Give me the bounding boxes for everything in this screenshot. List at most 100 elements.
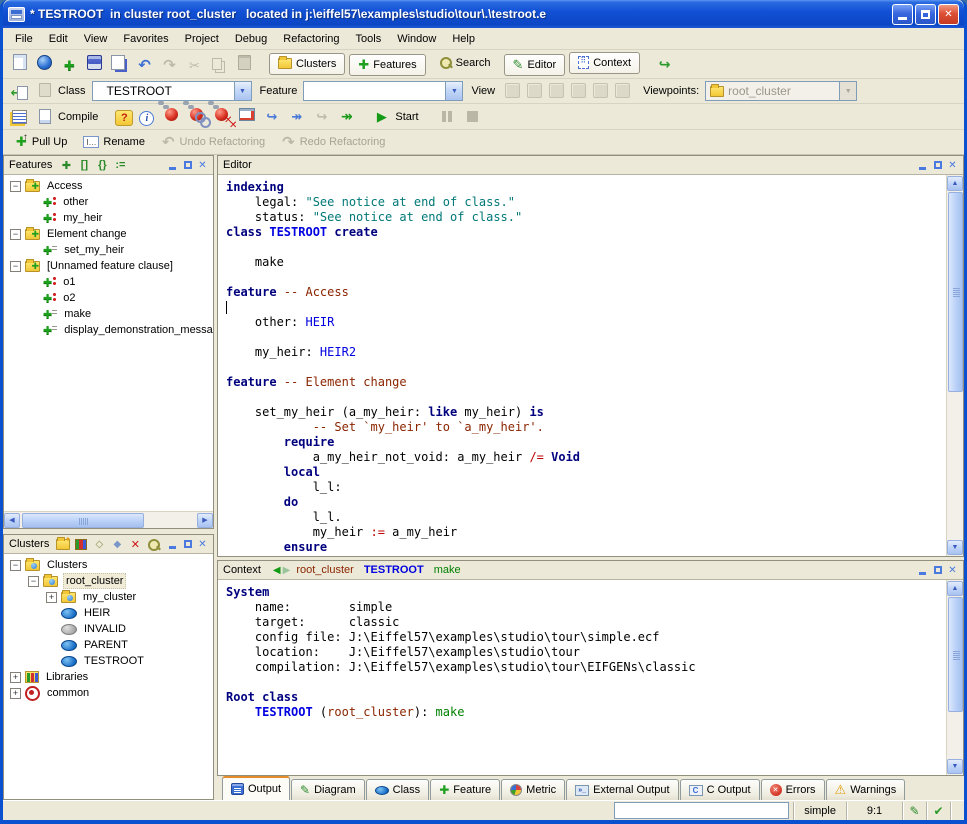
brackets-icon[interactable]: []: [76, 158, 92, 173]
tab-class[interactable]: Class: [366, 779, 430, 800]
editor-code-area[interactable]: indexing legal: "See notice at end of cl…: [218, 175, 946, 556]
feature-combobox[interactable]: ▼: [303, 81, 463, 101]
tree-item-invalid[interactable]: INVALID: [4, 621, 213, 637]
tab-feature[interactable]: ✚Feature: [430, 779, 500, 800]
expand-icon[interactable]: +: [10, 672, 21, 683]
breadcrumb-TESTROOT[interactable]: TESTROOT: [364, 564, 424, 576]
tree-item-libraries[interactable]: +Libraries: [4, 669, 213, 685]
breadcrumb-root_cluster[interactable]: root_cluster: [296, 564, 353, 576]
editor-minimize-icon[interactable]: [915, 158, 930, 172]
context-maximize-icon[interactable]: [930, 563, 945, 577]
menu-tools[interactable]: Tools: [348, 30, 390, 48]
close-button[interactable]: ✕: [938, 4, 959, 25]
collapse-icon[interactable]: −: [10, 261, 21, 272]
expand-icon[interactable]: +: [10, 688, 21, 699]
features-toggle[interactable]: ✚Features: [349, 54, 425, 76]
finalize-icon[interactable]: [210, 104, 233, 126]
start-icon[interactable]: ▶: [370, 106, 393, 128]
scroll-thumb[interactable]: [948, 192, 963, 392]
clusters-tree[interactable]: −Clusters−root_cluster+my_clusterHEIRINV…: [4, 554, 213, 799]
tree-item-element-change[interactable]: −Element change: [4, 226, 213, 242]
menu-debug[interactable]: Debug: [227, 30, 275, 48]
tree-item-other[interactable]: other: [4, 194, 213, 210]
step-over-icon[interactable]: ↠: [285, 106, 308, 128]
add-subcluster-icon[interactable]: ◇: [91, 537, 107, 552]
context-output-area[interactable]: System name: simple target: classic conf…: [218, 580, 946, 775]
editor-vertical-scrollbar[interactable]: ▲ ▼: [946, 175, 963, 556]
maximize-button[interactable]: [915, 4, 936, 25]
scroll-down-icon[interactable]: ▼: [947, 540, 963, 555]
menu-view[interactable]: View: [76, 30, 116, 48]
class-combobox[interactable]: TESTROOT ▼: [92, 81, 252, 101]
tree-item-root-cluster[interactable]: −root_cluster: [4, 573, 213, 589]
clusters-toggle[interactable]: Clusters: [269, 53, 345, 75]
clusters-close-icon[interactable]: ✕: [195, 537, 210, 551]
search-button[interactable]: Search: [430, 52, 500, 74]
add-class-icon[interactable]: ✚: [58, 55, 81, 77]
tab-metric[interactable]: Metric: [501, 779, 565, 800]
assigners-icon[interactable]: :=: [112, 158, 128, 173]
pull-up-button[interactable]: ✚Pull Up: [9, 131, 73, 153]
features-horizontal-scrollbar[interactable]: ◀ ▶: [4, 511, 213, 528]
scroll-thumb[interactable]: [22, 513, 144, 528]
open-globe-icon[interactable]: [33, 52, 56, 74]
scroll-left-icon[interactable]: ◀: [4, 513, 20, 528]
menu-edit[interactable]: Edit: [41, 30, 76, 48]
undo-icon[interactable]: ↶: [133, 54, 156, 76]
tree-item--unnamed-feature-clause-[interactable]: −[Unnamed feature clause]: [4, 258, 213, 274]
clusters-maximize-icon[interactable]: [180, 537, 195, 551]
history-forward-icon[interactable]: ▶: [283, 565, 291, 576]
compile-document-icon[interactable]: [33, 105, 56, 127]
add-feature-icon[interactable]: ✚: [58, 158, 74, 173]
expand-icon[interactable]: +: [46, 592, 57, 603]
features-maximize-icon[interactable]: [180, 158, 195, 172]
tree-item-clusters[interactable]: −Clusters: [4, 557, 213, 573]
console-run-icon[interactable]: [235, 104, 258, 126]
breadcrumb-make[interactable]: make: [434, 564, 461, 576]
features-tree[interactable]: −Accessothermy_heir−Element changeset_my…: [4, 175, 213, 511]
context-toggle[interactable]: Context: [569, 52, 640, 74]
clusters-minimize-icon[interactable]: [165, 537, 180, 551]
editor-toggle[interactable]: ✎Editor: [504, 54, 566, 76]
tree-item-my-cluster[interactable]: +my_cluster: [4, 589, 213, 605]
history-document-icon[interactable]: [8, 82, 31, 104]
braces-icon[interactable]: {}: [94, 158, 110, 173]
compile-list-icon[interactable]: [8, 106, 31, 128]
collapse-icon[interactable]: −: [10, 229, 21, 240]
tree-item-parent[interactable]: PARENT: [4, 637, 213, 653]
tree-item-o1[interactable]: o1: [4, 274, 213, 290]
melt-icon[interactable]: [160, 104, 183, 126]
menu-refactoring[interactable]: Refactoring: [275, 30, 347, 48]
tab-output[interactable]: Output: [222, 776, 290, 800]
external-editor-icon[interactable]: ↪: [653, 53, 676, 75]
system-info-icon[interactable]: [135, 108, 158, 130]
scroll-thumb[interactable]: [948, 597, 963, 712]
save-icon[interactable]: [83, 52, 106, 74]
status-filter-input[interactable]: [614, 802, 789, 819]
tab-warnings[interactable]: ⚠Warnings: [826, 779, 906, 800]
menu-project[interactable]: Project: [177, 30, 227, 48]
menu-favorites[interactable]: Favorites: [115, 30, 176, 48]
tree-item-access[interactable]: −Access: [4, 178, 213, 194]
save-as-icon[interactable]: [108, 52, 131, 74]
freeze-icon[interactable]: [185, 104, 208, 126]
context-vertical-scrollbar[interactable]: ▲ ▼: [946, 580, 963, 775]
class-combobox-dropdown[interactable]: ▼: [234, 82, 251, 100]
collapse-icon[interactable]: −: [10, 560, 21, 571]
rename-button[interactable]: I…Rename: [77, 131, 151, 153]
add-cluster-icon[interactable]: [55, 537, 71, 552]
tree-item-make[interactable]: make: [4, 306, 213, 322]
add-library-icon[interactable]: [73, 537, 89, 552]
collapse-icon[interactable]: −: [28, 576, 39, 587]
scroll-up-icon[interactable]: ▲: [947, 176, 963, 191]
run-ignoring-breakpoints-icon[interactable]: ↠: [335, 106, 358, 128]
scroll-down-icon[interactable]: ▼: [947, 759, 963, 774]
history-back-icon[interactable]: ◀: [273, 565, 281, 576]
add-class-here-icon[interactable]: ◆: [109, 537, 125, 552]
tree-item-o2[interactable]: o2: [4, 290, 213, 306]
menu-help[interactable]: Help: [444, 30, 483, 48]
scroll-up-icon[interactable]: ▲: [947, 581, 963, 596]
tree-item-my-heir[interactable]: my_heir: [4, 210, 213, 226]
context-close-icon[interactable]: ✕: [945, 563, 960, 577]
minimize-button[interactable]: [892, 4, 913, 25]
